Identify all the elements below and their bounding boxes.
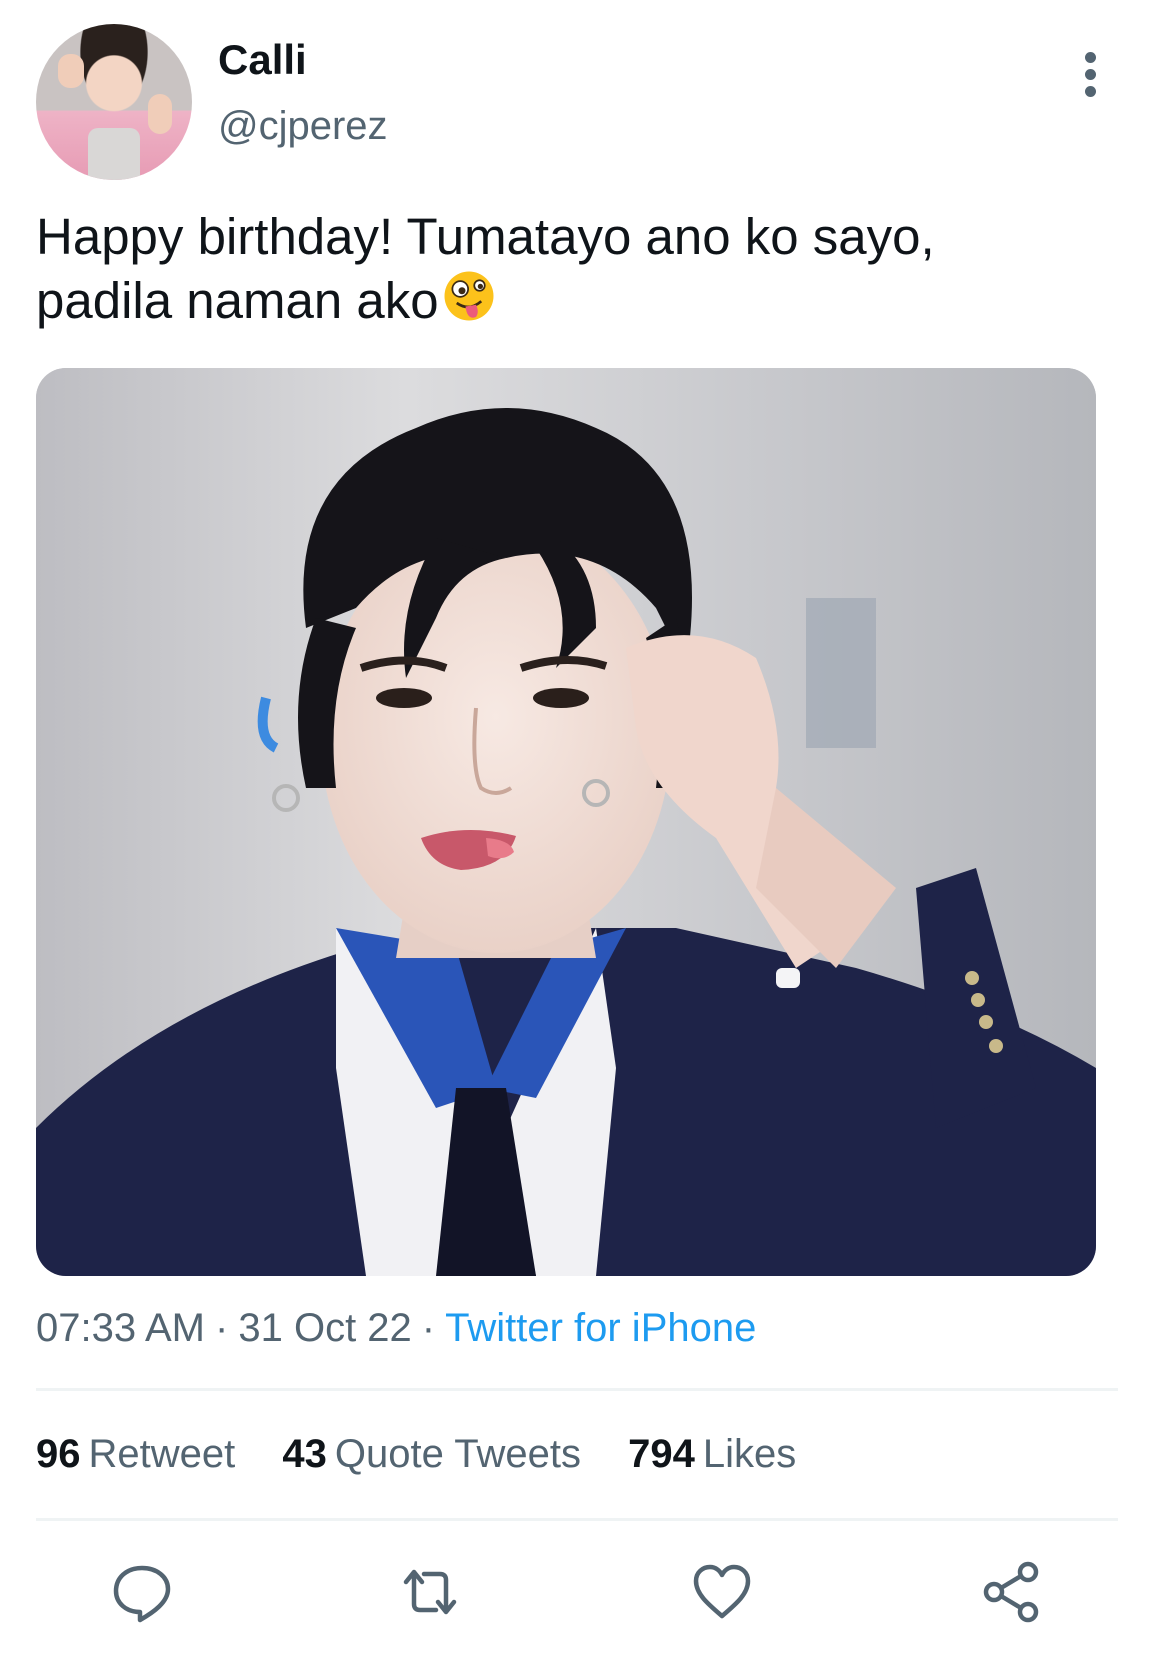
divider [36,1518,1118,1521]
quote-tweets-stat[interactable]: 43 Quote Tweets [282,1432,581,1477]
more-dot [1085,69,1096,80]
likes-stat[interactable]: 794 Likes [628,1432,796,1477]
likes-count: 794 [628,1432,695,1476]
share-icon[interactable] [980,1560,1044,1624]
tweet-stats: 96 Retweet 43 Quote Tweets 794 Likes [36,1432,832,1477]
avatar-hand [58,54,84,88]
retweet-icon[interactable] [398,1560,462,1624]
more-dot [1085,52,1096,63]
tweet-source-link[interactable]: Twitter for iPhone [445,1306,756,1350]
retweets-stat[interactable]: 96 Retweet [36,1432,235,1477]
likes-label: Likes [702,1432,797,1476]
zany-face-emoji [444,271,494,321]
more-vertical-icon[interactable] [1076,50,1106,100]
photo-illustration [36,368,1096,1276]
retweet-icon-glyph [403,1569,457,1615]
more-dot [1085,86,1096,97]
avatar-shirt [88,128,140,180]
share-icon-glyph [983,1561,1039,1623]
tweet-detail: Calli @cjperez Happy birthday! Tumatayo … [0,0,1152,1675]
avatar-hand [148,94,172,134]
meta-separator: · [215,1306,229,1350]
author-handle[interactable]: @cjperez [218,104,388,149]
heart-icon-glyph [693,1564,751,1619]
retweets-label: Retweet [88,1432,236,1476]
retweets-count: 96 [36,1432,81,1476]
tweet-meta: 07:33 AM · 31 Oct 22 · Twitter for iPhone [36,1306,756,1351]
tweet-time: 07:33 AM [36,1306,206,1350]
reply-icon[interactable] [110,1560,174,1624]
tweet-text: Happy birthday! Tumatayo ano ko sayo, pa… [36,206,1076,332]
quote-tweets-label: Quote Tweets [334,1432,581,1476]
heart-icon[interactable] [690,1560,754,1624]
avatar[interactable] [36,24,192,180]
meta-separator: · [421,1306,436,1350]
divider [36,1388,1118,1391]
quote-tweets-count: 43 [282,1432,327,1476]
tweet-date: 31 Oct 22 [238,1306,412,1350]
author-display-name[interactable]: Calli [218,36,307,84]
tweet-media-photo[interactable] [36,368,1096,1276]
reply-icon-glyph [113,1565,171,1623]
